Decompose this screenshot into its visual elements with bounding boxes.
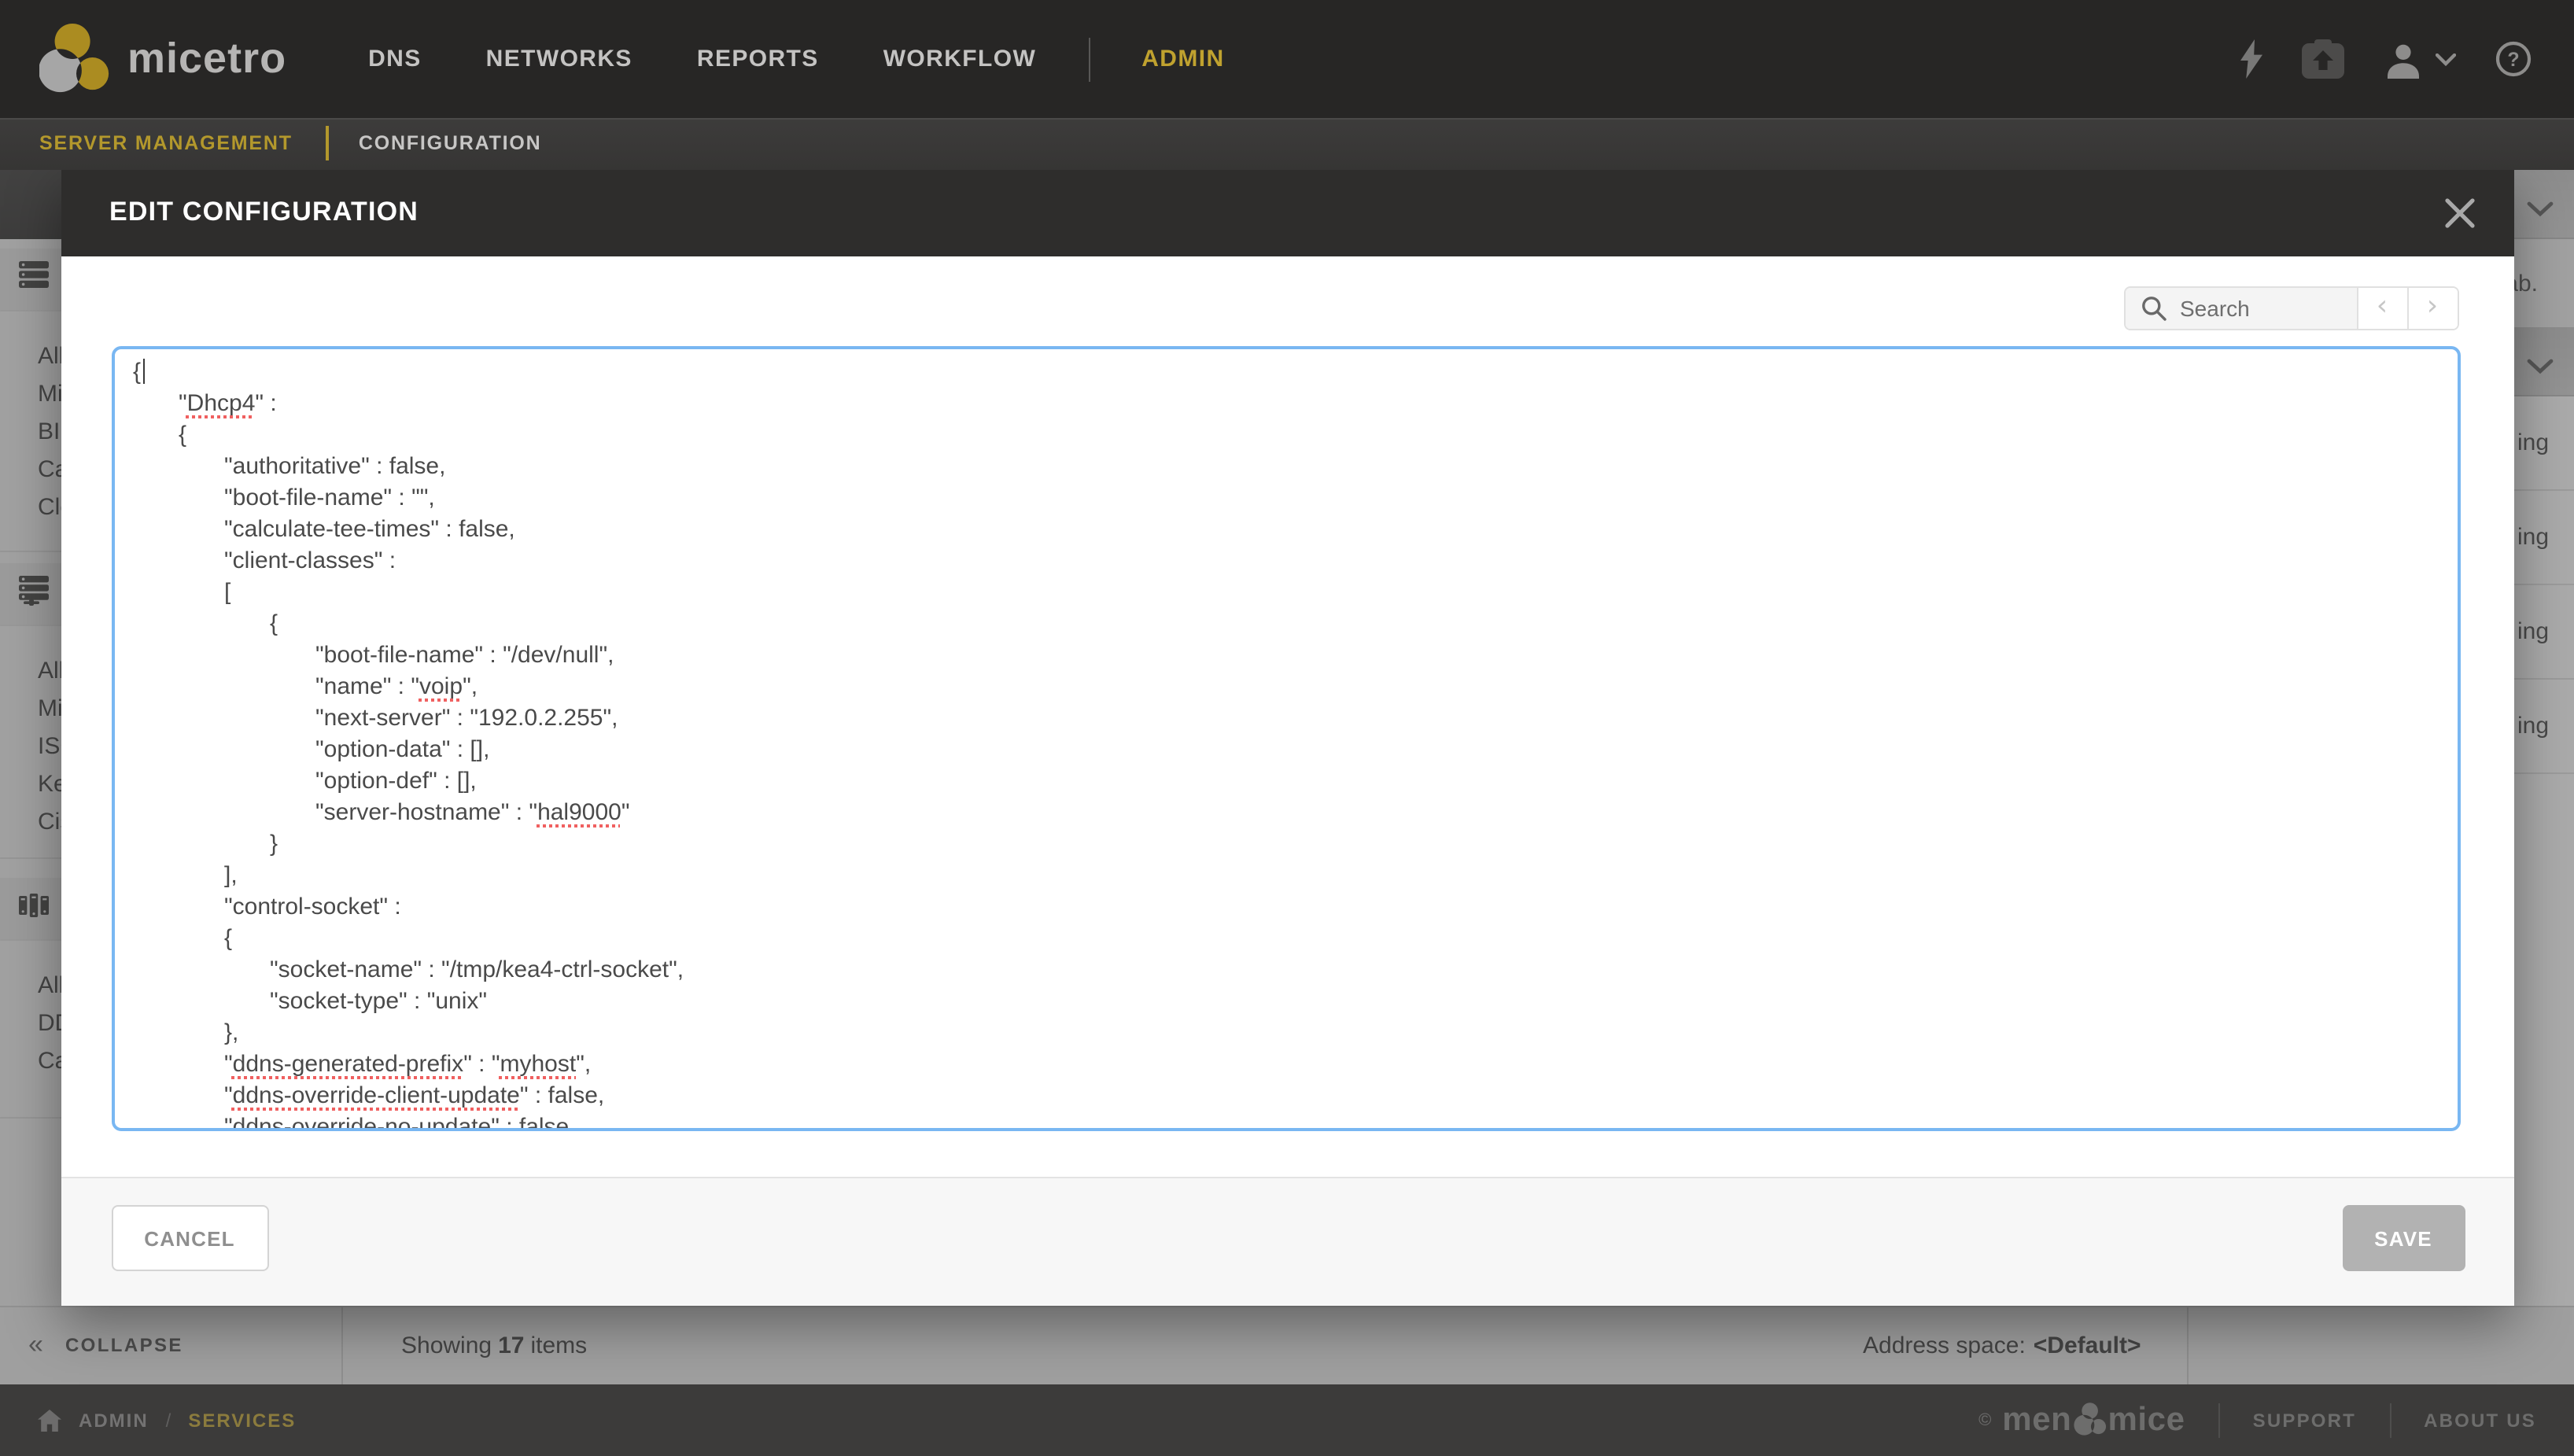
user-menu[interactable] — [2384, 40, 2456, 78]
search-prev-button[interactable]: ‹ — [2356, 287, 2406, 328]
misspelled-token: voip — [419, 673, 463, 700]
code-line: "Dhcp4" : — [133, 389, 2438, 420]
import-icon[interactable] — [2302, 39, 2344, 79]
code-line: "socket-type" : "unix" — [133, 986, 2438, 1018]
code-line: "option-data" : [], — [133, 735, 2438, 766]
misspelled-token: Dhcp4 — [187, 390, 256, 417]
search-placeholder: Search — [2180, 295, 2250, 320]
micetro-logo[interactable]: micetro — [39, 20, 286, 98]
search-icon — [2141, 295, 2166, 320]
code-line: "client-classes" : — [133, 546, 2438, 577]
dialog-header: EDIT CONFIGURATION — [61, 169, 2513, 256]
cancel-button[interactable]: CANCEL — [111, 1205, 268, 1271]
code-line: [ — [133, 577, 2438, 609]
divider — [1088, 37, 1090, 81]
text-caret — [142, 359, 145, 384]
code-line: "ddns-generated-prefix" : "myhost", — [133, 1049, 2438, 1081]
code-line: "server-hostname" : "hal9000" — [133, 798, 2438, 829]
subnav-configuration[interactable]: CONFIGURATION — [359, 133, 542, 155]
code-line: } — [133, 829, 2438, 861]
divider — [326, 127, 329, 161]
nav-item-reports[interactable]: REPORTS — [697, 46, 819, 72]
edit-configuration-dialog: EDIT CONFIGURATION Search ‹ › {"Dhcp4" :… — [61, 169, 2513, 1305]
nav-item-admin[interactable]: ADMIN — [1141, 46, 1224, 72]
user-icon — [2384, 40, 2423, 78]
search-next-button[interactable]: › — [2406, 287, 2457, 328]
dialog-title: EDIT CONFIGURATION — [109, 197, 419, 228]
micetro-mouse-icon — [39, 20, 113, 98]
code-line: "ddns-override-no-update" : false — [133, 1112, 2438, 1131]
code-line: { — [133, 420, 2438, 452]
brand-name: micetro — [127, 35, 286, 83]
subnav-server-management[interactable]: SERVER MANAGEMENT — [39, 133, 293, 155]
svg-text:?: ? — [2507, 49, 2519, 71]
editor-search-control: Search ‹ › — [2123, 286, 2458, 330]
code-line: { — [133, 923, 2438, 955]
save-button[interactable]: SAVE — [2342, 1205, 2465, 1271]
misspelled-token: ddns-override-no-update — [233, 1114, 492, 1131]
nav-item-dns[interactable]: DNS — [368, 46, 422, 72]
config-editor-content: {"Dhcp4" :{"authoritative" : false,"boot… — [133, 357, 2438, 1131]
main-menu: DNS NETWORKS REPORTS WORKFLOW ADMIN — [368, 37, 1224, 81]
code-line: "authoritative" : false, — [133, 452, 2438, 483]
code-line: ], — [133, 861, 2438, 892]
code-line: "control-socket" : — [133, 892, 2438, 923]
code-line: "option-def" : [], — [133, 766, 2438, 798]
micetro-app: AllMiBINCaClo AllMiISCKeCis AllDDC — [0, 0, 2574, 1456]
dialog-footer: CANCEL SAVE — [61, 1177, 2513, 1305]
code-line: "ddns-override-client-update" : false, — [133, 1081, 2438, 1112]
code-line: { — [133, 357, 2438, 389]
misspelled-token: ddns-override-client-update — [233, 1082, 520, 1109]
nav-item-workflow[interactable]: WORKFLOW — [883, 46, 1037, 72]
code-line: "calculate-tee-times" : false, — [133, 514, 2438, 546]
code-line: }, — [133, 1018, 2438, 1049]
top-navigation: micetro DNS NETWORKS REPORTS WORKFLOW AD… — [0, 0, 2574, 118]
misspelled-token: myhost — [500, 1051, 577, 1078]
chevron-down-icon — [2436, 53, 2456, 65]
code-line: { — [133, 609, 2438, 640]
nav-item-networks[interactable]: NETWORKS — [486, 46, 632, 72]
dialog-body: Search ‹ › {"Dhcp4" :{"authoritative" : … — [61, 256, 2513, 1177]
code-line: "name" : "voip", — [133, 672, 2438, 703]
nav-utilities: ? — [2240, 39, 2532, 79]
code-line: "next-server" : "192.0.2.255", — [133, 703, 2438, 735]
search-input[interactable]: Search — [2125, 287, 2356, 328]
help-icon[interactable]: ? — [2495, 41, 2532, 77]
lightning-icon[interactable] — [2240, 39, 2262, 79]
code-line: "socket-name" : "/tmp/kea4-ctrl-socket", — [133, 955, 2438, 986]
close-icon[interactable] — [2443, 196, 2476, 229]
code-line: "boot-file-name" : "", — [133, 483, 2438, 514]
config-editor[interactable]: {"Dhcp4" :{"authoritative" : false,"boot… — [111, 346, 2460, 1131]
misspelled-token: hal9000 — [537, 799, 621, 826]
sub-navigation: SERVER MANAGEMENT CONFIGURATION — [0, 118, 2574, 169]
misspelled-token: ddns-generated-prefix — [233, 1051, 464, 1078]
code-line: "boot-file-name" : "/dev/null", — [133, 640, 2438, 672]
